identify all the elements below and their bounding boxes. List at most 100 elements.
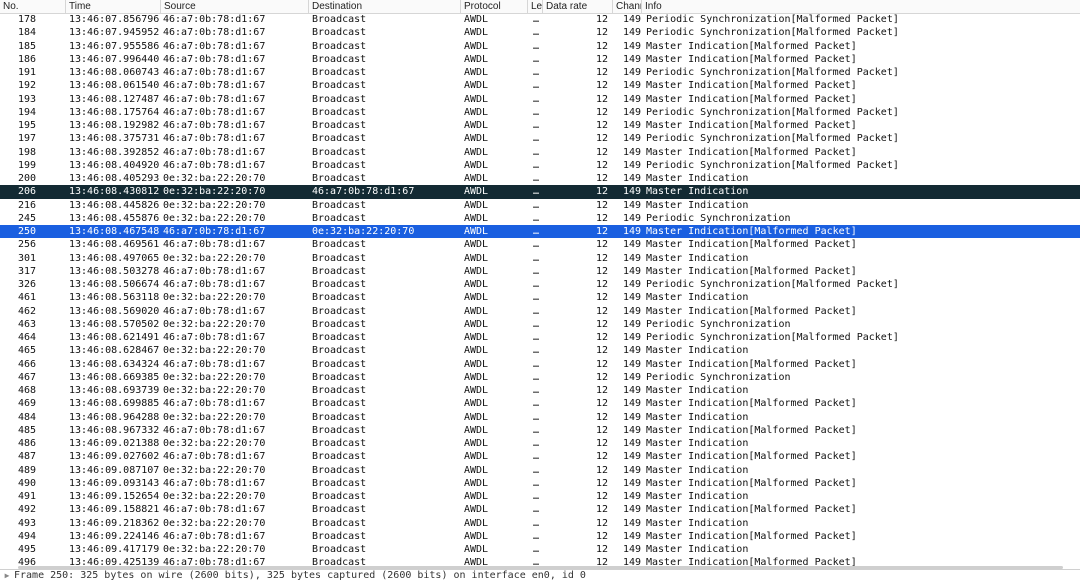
- table-row[interactable]: 185 13:46:07.955586 46:a7:0b:78:d1:67 Broad…: [0, 40, 1080, 53]
- table-row[interactable]: 245 13:46:08.455876 0e:32:ba:22:20:70 Broad…: [0, 212, 1080, 225]
- cell-no: 192: [17, 80, 36, 92]
- table-row[interactable]: 197 13:46:08.375731 46:a7:0b:78:d1:67 Broad…: [0, 132, 1080, 145]
- cell-time: 13:46:08.405293: [69, 173, 160, 184]
- table-row[interactable]: 206 13:46:08.430812 0e:32:ba:22:20:70 46:a7…: [0, 185, 1080, 199]
- cell-channel: 149: [622, 93, 641, 105]
- table-row[interactable]: 326 13:46:08.506674 46:a7:0b:78:d1:67 Broad…: [0, 278, 1080, 291]
- table-row[interactable]: 216 13:46:08.445826 0e:32:ba:22:20:70 Broad…: [0, 199, 1080, 212]
- table-row[interactable]: 465 13:46:08.628467 0e:32:ba:22:20:70 Broad…: [0, 344, 1080, 357]
- table-row[interactable]: 250 13:46:08.467548 46:a7:0b:78:d1:67 0e:32…: [0, 225, 1080, 239]
- cell-time: 13:46:08.445826: [69, 199, 160, 211]
- cell-time: 13:46:08.699885: [69, 398, 160, 410]
- packet-list[interactable]: No. Time Source Destination Protocol Le …: [0, 0, 1080, 569]
- column-header-data-rate[interactable]: Data rate: [543, 0, 613, 13]
- column-header-info[interactable]: Info: [642, 0, 1080, 13]
- table-row[interactable]: 464 13:46:08.621491 46:a7:0b:78:d1:67 Broad…: [0, 331, 1080, 344]
- column-header-destination[interactable]: Destination: [309, 0, 461, 13]
- cell-source: 46:a7:0b:78:d1:67: [163, 424, 266, 436]
- column-header-protocol[interactable]: Protocol: [461, 0, 528, 13]
- cell-no: 486: [17, 438, 36, 449]
- table-row[interactable]: 195 13:46:08.192982 46:a7:0b:78:d1:67 Broad…: [0, 119, 1080, 132]
- cell-time: 13:46:07.856796: [69, 14, 160, 25]
- cell-destination: Broadcast: [312, 93, 367, 105]
- table-row[interactable]: 484 13:46:08.964288 0e:32:ba:22:20:70 Broad…: [0, 411, 1080, 424]
- table-row[interactable]: 301 13:46:08.497065 0e:32:ba:22:20:70 Broad…: [0, 252, 1080, 265]
- table-row[interactable]: 489 13:46:09.087107 0e:32:ba:22:20:70 Broad…: [0, 464, 1080, 477]
- table-row[interactable]: 486 13:46:09.021388 0e:32:ba:22:20:70 Broad…: [0, 437, 1080, 450]
- cell-length: …: [533, 80, 540, 92]
- cell-length: …: [533, 292, 540, 304]
- table-row[interactable]: 491 13:46:09.152654 0e:32:ba:22:20:70 Broad…: [0, 490, 1080, 503]
- table-row[interactable]: 200 13:46:08.405293 0e:32:ba:22:20:70 Broad…: [0, 172, 1080, 185]
- cell-channel: 149: [622, 345, 641, 357]
- table-row[interactable]: 178 13:46:07.856796 46:a7:0b:78:d1:67 Broad…: [0, 13, 1080, 26]
- table-row[interactable]: 317 13:46:08.503278 46:a7:0b:78:d1:67 Broad…: [0, 265, 1080, 278]
- cell-protocol: AWDL: [464, 133, 489, 145]
- cell-source: 46:a7:0b:78:d1:67: [163, 93, 266, 105]
- cell-info: Master Indication: [646, 491, 749, 502]
- cell-time: 13:46:08.127487: [69, 93, 160, 105]
- table-row[interactable]: 199 13:46:08.404920 46:a7:0b:78:d1:67 Broad…: [0, 159, 1080, 172]
- table-row[interactable]: 193 13:46:08.127487 46:a7:0b:78:d1:67 Broad…: [0, 93, 1080, 106]
- frame-summary[interactable]: Frame 250: 325 bytes on wire (2600 bits)…: [14, 570, 586, 581]
- table-row[interactable]: 461 13:46:08.563118 0e:32:ba:22:20:70 Broad…: [0, 291, 1080, 304]
- table-row[interactable]: 192 13:46:08.061540 46:a7:0b:78:d1:67 Broad…: [0, 79, 1080, 92]
- cell-data-rate: 12: [595, 226, 608, 237]
- column-header-length[interactable]: Le: [528, 0, 543, 13]
- table-row[interactable]: 184 13:46:07.945952 46:a7:0b:78:d1:67 Broad…: [0, 26, 1080, 39]
- cell-length: …: [533, 504, 540, 516]
- cell-channel: 149: [622, 438, 641, 449]
- table-row[interactable]: 467 13:46:08.669385 0e:32:ba:22:20:70 Broad…: [0, 371, 1080, 384]
- table-row[interactable]: 468 13:46:08.693739 0e:32:ba:22:20:70 Broad…: [0, 384, 1080, 397]
- column-header-channel[interactable]: Chanr: [613, 0, 642, 13]
- cell-time: 13:46:09.087107: [69, 464, 160, 476]
- column-header-source[interactable]: Source: [161, 0, 309, 13]
- cell-time: 13:46:08.634324: [69, 358, 160, 370]
- table-row[interactable]: 466 13:46:08.634324 46:a7:0b:78:d1:67 Broad…: [0, 358, 1080, 371]
- cell-protocol: AWDL: [464, 226, 489, 237]
- cell-no: 317: [17, 265, 36, 277]
- table-row[interactable]: 186 13:46:07.996440 46:a7:0b:78:d1:67 Broad…: [0, 53, 1080, 66]
- disclosure-triangle-icon[interactable]: ▶: [0, 570, 14, 582]
- cell-protocol: AWDL: [464, 14, 489, 25]
- table-row[interactable]: 198 13:46:08.392852 46:a7:0b:78:d1:67 Broad…: [0, 146, 1080, 159]
- cell-protocol: AWDL: [464, 120, 489, 131]
- cell-channel: 149: [622, 305, 641, 317]
- table-row[interactable]: 494 13:46:09.224146 46:a7:0b:78:d1:67 Broad…: [0, 530, 1080, 543]
- table-row[interactable]: 487 13:46:09.027602 46:a7:0b:78:d1:67 Broad…: [0, 450, 1080, 463]
- packet-detail-pane[interactable]: ▶ Frame 250: 325 bytes on wire (2600 bits…: [0, 569, 1080, 582]
- cell-protocol: AWDL: [464, 292, 489, 304]
- table-row[interactable]: 462 13:46:08.569020 46:a7:0b:78:d1:67 Broad…: [0, 305, 1080, 318]
- table-row[interactable]: 493 13:46:09.218362 0e:32:ba:22:20:70 Broad…: [0, 517, 1080, 530]
- cell-channel: 149: [622, 239, 641, 251]
- table-row[interactable]: 492 13:46:09.158821 46:a7:0b:78:d1:67 Broad…: [0, 503, 1080, 516]
- table-row[interactable]: 191 13:46:08.060743 46:a7:0b:78:d1:67 Broad…: [0, 66, 1080, 79]
- table-row[interactable]: 490 13:46:09.093143 46:a7:0b:78:d1:67 Broad…: [0, 477, 1080, 490]
- cell-time: 13:46:08.621491: [69, 332, 160, 343]
- cell-length: …: [533, 106, 540, 118]
- cell-protocol: AWDL: [464, 332, 489, 343]
- cell-length: …: [533, 438, 540, 449]
- table-row[interactable]: 495 13:46:09.417179 0e:32:ba:22:20:70 Broad…: [0, 543, 1080, 556]
- cell-info: Periodic Synchronization[Malformed Packe…: [646, 106, 899, 118]
- table-row[interactable]: 194 13:46:08.175764 46:a7:0b:78:d1:67 Broad…: [0, 106, 1080, 119]
- cell-destination: Broadcast: [312, 133, 367, 145]
- cell-channel: 149: [622, 53, 641, 65]
- cell-info: Master Indication[Malformed Packet]: [646, 504, 857, 516]
- cell-data-rate: 12: [595, 265, 608, 277]
- table-row[interactable]: 463 13:46:08.570502 0e:32:ba:22:20:70 Broad…: [0, 318, 1080, 331]
- cell-no: 461: [17, 292, 36, 304]
- cell-destination: Broadcast: [312, 292, 367, 304]
- cell-channel: 149: [622, 398, 641, 410]
- column-header-time[interactable]: Time: [66, 0, 161, 13]
- cell-destination: Broadcast: [312, 159, 367, 171]
- table-row[interactable]: 485 13:46:08.967332 46:a7:0b:78:d1:67 Broad…: [0, 424, 1080, 437]
- cell-protocol: AWDL: [464, 464, 489, 476]
- table-row[interactable]: 256 13:46:08.469561 46:a7:0b:78:d1:67 Broad…: [0, 238, 1080, 251]
- cell-protocol: AWDL: [464, 411, 489, 423]
- cell-channel: 149: [622, 279, 641, 290]
- table-row[interactable]: 469 13:46:08.699885 46:a7:0b:78:d1:67 Broad…: [0, 397, 1080, 410]
- column-header-no[interactable]: No.: [0, 0, 66, 13]
- cell-source: 46:a7:0b:78:d1:67: [163, 279, 266, 290]
- cell-data-rate: 12: [595, 292, 608, 304]
